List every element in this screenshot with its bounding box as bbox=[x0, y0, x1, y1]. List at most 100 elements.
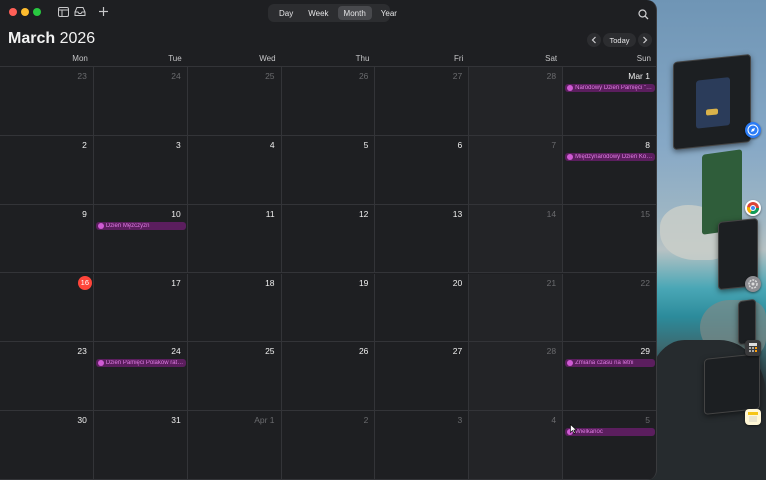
day-cell[interactable]: 14 bbox=[469, 204, 564, 274]
day-cell[interactable]: 5 bbox=[281, 135, 376, 205]
calendar-list-icon[interactable] bbox=[57, 6, 69, 18]
calendar-window: Day Week Month Year March 2026 Today Mon… bbox=[0, 0, 657, 480]
day-cell[interactable]: 22 bbox=[563, 273, 656, 343]
month-grid: 23 24 25 26 27 28 Mar 1 2 3 4 5 6 7 8 9 10 11 12 13 14 15 16 1… bbox=[0, 67, 656, 480]
day-number: 25 bbox=[265, 71, 275, 81]
minimize-window-button[interactable] bbox=[21, 8, 29, 16]
day-cell[interactable]: 4 bbox=[187, 135, 282, 205]
day-cell[interactable]: 3 bbox=[93, 135, 188, 205]
day-cell[interactable]: 30 bbox=[0, 411, 94, 480]
view-month-button[interactable]: Month bbox=[337, 6, 372, 20]
day-cell[interactable]: 24 bbox=[93, 67, 188, 136]
day-number: 17 bbox=[171, 277, 181, 288]
stage-manager-window-thumbnail[interactable] bbox=[673, 53, 751, 151]
day-cell[interactable]: 13 bbox=[375, 204, 470, 274]
day-cell[interactable]: 26 bbox=[281, 67, 376, 136]
day-cell[interactable]: 10 bbox=[93, 204, 188, 274]
safari-icon[interactable] bbox=[745, 122, 761, 138]
day-number: 11 bbox=[265, 208, 275, 219]
day-number: 2 bbox=[363, 415, 369, 426]
day-cell[interactable]: 25 bbox=[187, 67, 282, 136]
event-chip[interactable]: Dzień Pamięci Polaków ratujących Żydów bbox=[95, 359, 186, 368]
weekday-label: Wed bbox=[259, 54, 276, 63]
view-year-button[interactable]: Year bbox=[375, 6, 403, 20]
day-cell[interactable]: 15 bbox=[563, 204, 656, 274]
day-cell[interactable]: 4 bbox=[469, 411, 564, 480]
day-number: 5 bbox=[645, 415, 650, 426]
day-number: 24 bbox=[171, 71, 181, 81]
day-cell[interactable]: 23 bbox=[0, 342, 94, 412]
day-number: 21 bbox=[546, 277, 557, 288]
day-number: 3 bbox=[175, 139, 181, 150]
day-cell[interactable]: 24 bbox=[93, 342, 188, 412]
calculator-icon[interactable] bbox=[745, 340, 761, 356]
day-cell[interactable]: 28 bbox=[469, 342, 564, 412]
day-cell[interactable]: Mar 1 bbox=[563, 67, 656, 136]
today-button[interactable]: Today bbox=[603, 33, 636, 47]
day-number: 24 bbox=[171, 346, 181, 357]
day-cell[interactable]: 20 bbox=[375, 273, 470, 343]
weekday-label: Tue bbox=[168, 54, 182, 63]
event-chip[interactable]: Narodowy Dzień Pamięci "Żołnierzy Wyklęt… bbox=[565, 84, 655, 92]
day-cell[interactable]: 5 bbox=[563, 411, 656, 480]
day-cell[interactable]: 2 bbox=[281, 411, 376, 480]
chrome-icon[interactable] bbox=[745, 200, 761, 216]
system-settings-icon[interactable] bbox=[745, 276, 761, 292]
day-cell[interactable]: 29 bbox=[563, 342, 656, 412]
view-week-button[interactable]: Week bbox=[302, 6, 334, 20]
close-window-button[interactable] bbox=[9, 8, 17, 16]
zoom-window-button[interactable] bbox=[33, 8, 41, 16]
day-cell[interactable]: 8 bbox=[563, 135, 656, 205]
plus-icon[interactable] bbox=[97, 6, 109, 18]
day-number: 27 bbox=[452, 346, 463, 357]
event-chip[interactable]: Zmiana czasu na letni bbox=[565, 359, 655, 368]
view-day-button[interactable]: Day bbox=[273, 6, 299, 20]
day-cell[interactable]: 26 bbox=[281, 342, 376, 412]
day-cell[interactable]: 2 bbox=[0, 135, 94, 205]
day-cell[interactable]: 31 bbox=[93, 411, 188, 480]
day-number: 19 bbox=[358, 277, 369, 288]
event-chip[interactable]: Wielkanoc bbox=[565, 428, 655, 437]
event-title: Zmiana czasu na letni bbox=[575, 360, 634, 367]
day-cell[interactable]: 23 bbox=[0, 67, 94, 136]
day-number: Mar 1 bbox=[628, 71, 650, 81]
day-number: 22 bbox=[640, 277, 650, 288]
day-cell[interactable]: 9 bbox=[0, 204, 94, 274]
today-date-badge: 16 bbox=[77, 275, 92, 290]
day-cell[interactable]: 16 bbox=[0, 273, 94, 343]
day-cell[interactable]: 18 bbox=[187, 273, 282, 343]
inbox-icon[interactable] bbox=[74, 6, 86, 18]
day-cell[interactable]: 27 bbox=[375, 67, 470, 136]
previous-month-button[interactable] bbox=[587, 33, 601, 47]
notes-icon[interactable] bbox=[745, 409, 761, 425]
day-cell[interactable]: 19 bbox=[281, 273, 376, 343]
search-icon[interactable] bbox=[638, 7, 650, 20]
day-cell[interactable]: 28 bbox=[469, 67, 564, 136]
next-month-button[interactable] bbox=[638, 33, 652, 47]
weekday-label: Fri bbox=[453, 54, 464, 63]
stage-manager-window-thumbnail[interactable] bbox=[738, 298, 756, 346]
day-cell[interactable]: Apr 1 bbox=[187, 411, 282, 480]
day-cell[interactable]: 3 bbox=[375, 411, 470, 480]
day-number: 5 bbox=[363, 139, 369, 150]
event-chip[interactable]: Dzień Mężczyzn bbox=[95, 221, 186, 230]
day-cell[interactable]: 6 bbox=[375, 135, 470, 205]
day-cell[interactable]: 25 bbox=[187, 342, 282, 412]
day-cell[interactable]: 7 bbox=[469, 135, 564, 205]
day-number: 26 bbox=[358, 71, 369, 81]
day-cell[interactable]: 17 bbox=[93, 273, 188, 343]
day-cell[interactable]: 12 bbox=[281, 204, 376, 274]
chevron-right-icon bbox=[643, 36, 648, 44]
day-cell[interactable]: 11 bbox=[187, 204, 282, 274]
weekday-header-row: Mon Tue Wed Thu Fri Sat Sun bbox=[0, 52, 656, 67]
day-number: 20 bbox=[452, 277, 463, 288]
event-chip[interactable]: Międzynarodowy Dzień Kobiet bbox=[565, 152, 655, 161]
stage-manager-window-thumbnail[interactable] bbox=[704, 353, 760, 415]
day-number: 7 bbox=[551, 139, 557, 150]
day-number: 3 bbox=[457, 415, 463, 426]
day-cell[interactable]: 27 bbox=[375, 342, 470, 412]
day-cell[interactable]: 21 bbox=[469, 273, 564, 343]
day-number: 23 bbox=[77, 71, 87, 81]
day-number: 2 bbox=[82, 139, 87, 150]
day-number: 28 bbox=[546, 71, 557, 81]
